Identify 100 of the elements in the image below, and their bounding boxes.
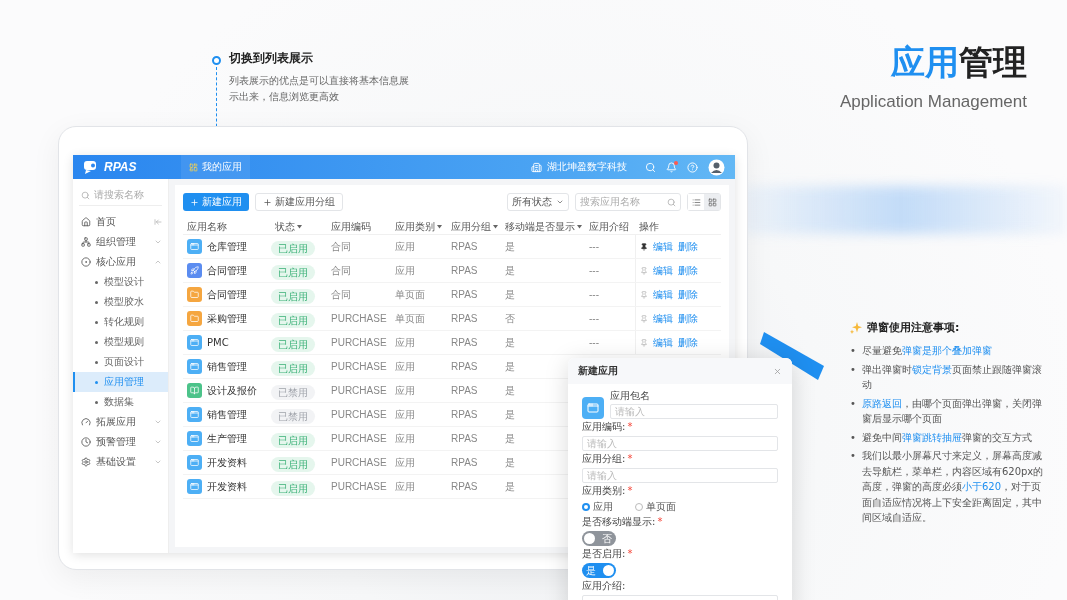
sidebar-item[interactable]: 首页 (73, 212, 168, 232)
new-group-button[interactable]: 新建应用分组 (255, 193, 343, 211)
edit-link[interactable]: 编辑 (653, 239, 673, 254)
delete-link[interactable]: 删除 (678, 263, 698, 278)
gauge-icon (81, 417, 91, 427)
edit-link[interactable]: 编辑 (653, 287, 673, 302)
delete-link[interactable]: 删除 (678, 311, 698, 326)
sidebar-subitem[interactable]: 模型规则 (73, 332, 168, 352)
chevron-down-icon (556, 198, 564, 206)
table-cell-text: RPAS (450, 265, 478, 276)
input-field[interactable]: 请输入 (582, 436, 778, 451)
table-cell-text: 应用 (394, 335, 415, 350)
logo-text: RPAS (104, 160, 137, 174)
table-cell-text: 是 (504, 359, 515, 374)
notification-icon[interactable] (666, 161, 677, 173)
table-cell-text: 应用 (394, 359, 415, 374)
table-cell-text: 应用 (394, 263, 415, 278)
status-select[interactable]: 所有状态 (507, 193, 569, 211)
toggle-switch[interactable]: 是 (582, 563, 616, 578)
column-header[interactable]: 状态 (271, 219, 327, 234)
table-cell-text: PURCHASE (330, 481, 387, 492)
timeline-dot (212, 56, 221, 65)
app-icon-picker[interactable] (582, 397, 604, 419)
radio-option[interactable]: 单页面 (635, 500, 676, 514)
sort-caret-icon[interactable] (297, 224, 302, 229)
new-app-button[interactable]: 新建应用 (183, 193, 249, 211)
table-cell-text: PURCHASE (330, 313, 387, 324)
sidebar-item[interactable]: 组织管理 (73, 232, 168, 252)
field-label: 应用分组: (582, 453, 626, 465)
delete-link[interactable]: 删除 (678, 239, 698, 254)
sidebar-item[interactable]: 拓展应用 (73, 412, 168, 432)
edit-link[interactable]: 编辑 (653, 263, 673, 278)
required-mark: * (627, 548, 633, 560)
column-header[interactable]: 应用名称 (183, 219, 271, 234)
table-cell-text: 单页面 (394, 311, 425, 326)
table-cell-text: RPAS (450, 481, 478, 492)
bullet-dot (95, 400, 98, 404)
search-icon[interactable] (645, 161, 656, 173)
network-icon (81, 237, 91, 247)
column-header[interactable]: 应用类别 (391, 219, 447, 234)
required-mark: * (627, 453, 633, 465)
sidebar-item[interactable]: 基础设置 (73, 452, 168, 472)
app-name: 开发资料 (207, 479, 247, 494)
grid-view-button[interactable] (704, 194, 720, 210)
column-header[interactable]: 应用分组 (447, 219, 501, 234)
table-cell-text: 是 (504, 263, 515, 278)
clock-icon (81, 437, 91, 447)
table-cell-text: 合同 (330, 239, 351, 254)
table-cell-text: 应用 (394, 479, 415, 494)
sidebar-item[interactable]: 预警管理 (73, 432, 168, 452)
delete-link[interactable]: 删除 (678, 287, 698, 302)
table-cell-text: 应用 (394, 383, 415, 398)
sidebar-subitem[interactable]: 转化规则 (73, 312, 168, 332)
status-badge: 已启用 (271, 265, 315, 280)
table-cell-text: 是 (504, 431, 515, 446)
sidebar-subitem[interactable]: 模型设计 (73, 272, 168, 292)
app-name: 采购管理 (207, 311, 247, 326)
input-field[interactable]: 请输入 (582, 468, 778, 483)
table-cell-text: RPAS (450, 433, 478, 444)
table-cell-text: 是 (504, 479, 515, 494)
circle-icon (81, 257, 91, 267)
collapse-icon[interactable] (154, 218, 162, 226)
avatar-icon[interactable] (708, 158, 725, 176)
sort-caret-icon[interactable] (493, 224, 498, 229)
delete-link[interactable]: 删除 (678, 335, 698, 350)
sidebar-subitem[interactable]: 页面设计 (73, 352, 168, 372)
table-cell-text: PURCHASE (330, 457, 387, 468)
table-cell-text: RPAS (450, 385, 478, 396)
table-cell-text: 是 (504, 287, 515, 302)
table-cell-text: RPAS (450, 313, 478, 324)
edit-link[interactable]: 编辑 (653, 335, 673, 350)
sort-caret-icon[interactable] (577, 224, 582, 229)
column-header[interactable]: 应用介绍 (585, 219, 635, 234)
column-header[interactable]: 应用编码 (327, 219, 391, 234)
app-name: 合同管理 (207, 263, 247, 278)
radio-option[interactable]: 应用 (582, 500, 613, 514)
app-name: 合同管理 (207, 287, 247, 302)
help-icon[interactable] (687, 161, 698, 173)
edit-link[interactable]: 编辑 (653, 311, 673, 326)
field-label: 应用编码: (582, 421, 626, 433)
column-header[interactable]: 操作 (635, 219, 705, 234)
table-cell-text: RPAS (450, 289, 478, 300)
field-label: 是否启用: (582, 548, 626, 560)
table-cell-text: PURCHASE (330, 337, 387, 348)
sidebar-subitem[interactable]: 数据集 (73, 392, 168, 412)
input-field[interactable]: 请输入 (610, 404, 778, 419)
status-badge: 已启用 (271, 361, 315, 376)
required-mark: * (627, 485, 633, 497)
column-header[interactable]: 移动端是否显示 (501, 219, 585, 234)
sidebar-subitem[interactable]: 模型胶水 (73, 292, 168, 312)
close-icon[interactable] (773, 366, 782, 376)
sort-caret-icon[interactable] (437, 224, 442, 229)
list-view-button[interactable] (688, 194, 704, 210)
pin-icon[interactable] (640, 242, 648, 251)
table-cell-text: 否 (504, 311, 515, 326)
callout-text: 列表展示的优点是可以直接将基本信息展示出来，信息浏览更高效 (229, 74, 409, 104)
chevron-down-icon (154, 238, 162, 246)
status-badge: 已启用 (271, 457, 315, 472)
sidebar-item[interactable]: 核心应用 (73, 252, 168, 272)
app-name: 设计及报价 (207, 383, 257, 398)
